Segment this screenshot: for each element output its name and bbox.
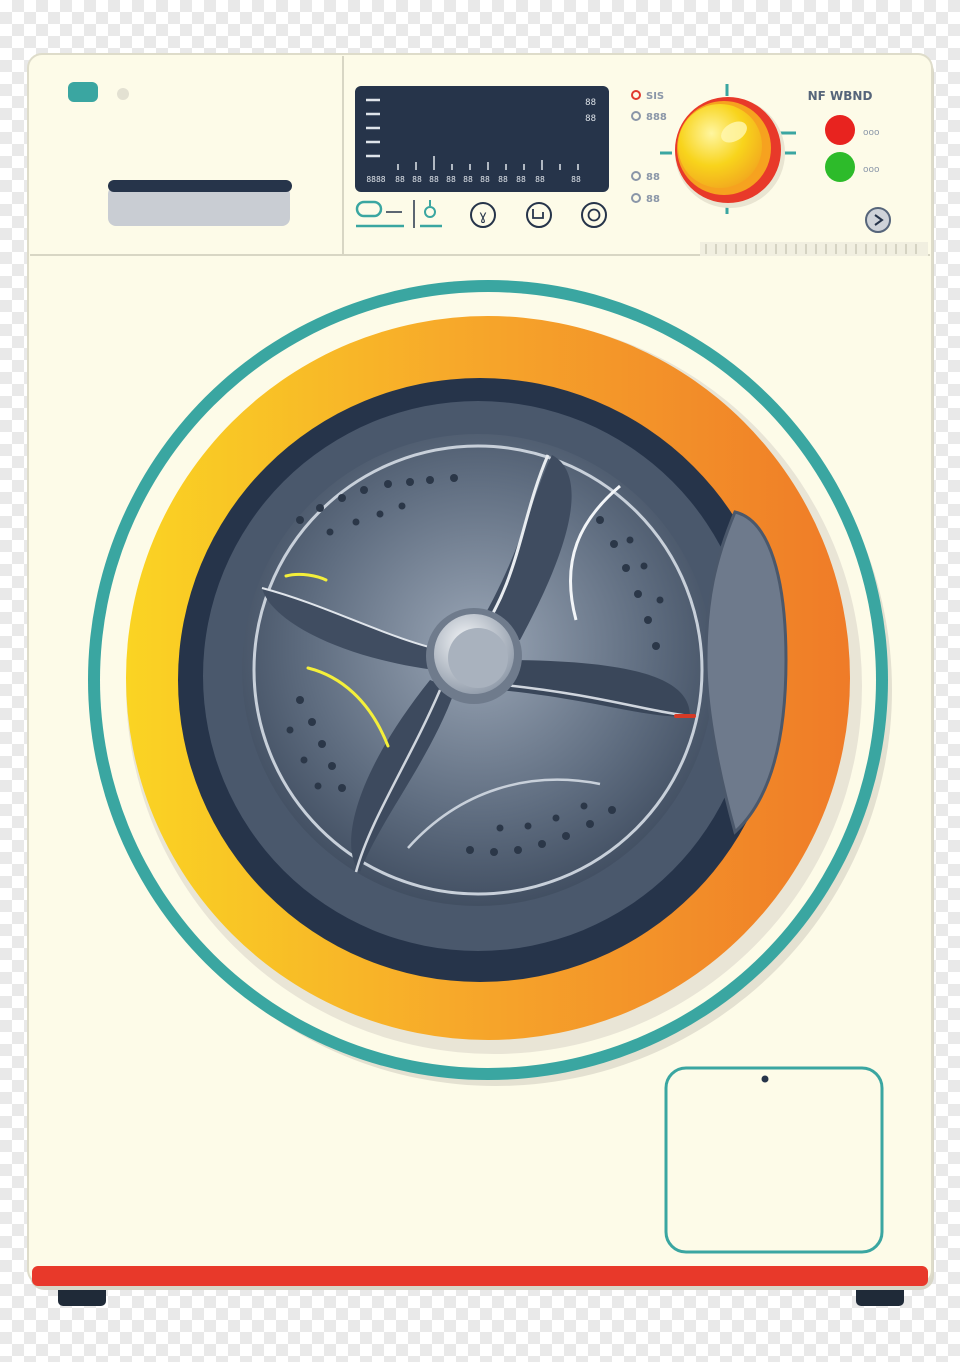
- base-stripe: [32, 1266, 928, 1286]
- spin-icon: ɣ: [479, 209, 487, 224]
- option-label: SIS: [646, 91, 664, 102]
- washing-machine: 88 88 8888 88 88 88 88 88 88 88 88 88 88…: [27, 53, 934, 1306]
- lcd-scale-label: 88: [480, 175, 490, 184]
- option-label: 88: [646, 194, 660, 205]
- lcd-scale-label: 88: [429, 175, 439, 184]
- eco-button[interactable]: [526, 202, 552, 228]
- lcd-scale-label: 88: [571, 175, 581, 184]
- power-button[interactable]: [581, 202, 607, 228]
- service-hatch[interactable]: [664, 1066, 884, 1254]
- lcd-scale-label: 88: [535, 175, 545, 184]
- start-button[interactable]: [865, 207, 891, 233]
- detergent-drawer-handle[interactable]: [108, 180, 292, 226]
- panel-tick-strip: [700, 242, 928, 256]
- indicator-label: ooo: [863, 165, 880, 175]
- indicator-label: ooo: [863, 128, 880, 138]
- lcd-scale-label: 88: [446, 175, 456, 184]
- lcd-scale-label: 88: [395, 175, 405, 184]
- brand-label: NF WBND: [808, 89, 873, 103]
- spin-button[interactable]: ɣ: [470, 202, 496, 228]
- lcd-scale-label: 88: [516, 175, 526, 184]
- option-label: 888: [646, 112, 667, 123]
- lcd-readout-top: 88: [585, 98, 596, 108]
- option-label: 88: [646, 172, 660, 183]
- drum-hub-center: [448, 628, 508, 688]
- lcd-scale-label: 88: [412, 175, 422, 184]
- lcd-scale-label: 88: [498, 175, 508, 184]
- door[interactable]: [88, 280, 892, 1086]
- lcd-scale-label: 88: [463, 175, 473, 184]
- status-led-teal: [68, 82, 98, 102]
- lcd-scale-label: 8888: [366, 175, 385, 184]
- status-led-grey: [117, 88, 129, 100]
- lcd-readout-mid: 88: [585, 114, 596, 124]
- service-hatch-latch: [761, 1075, 769, 1083]
